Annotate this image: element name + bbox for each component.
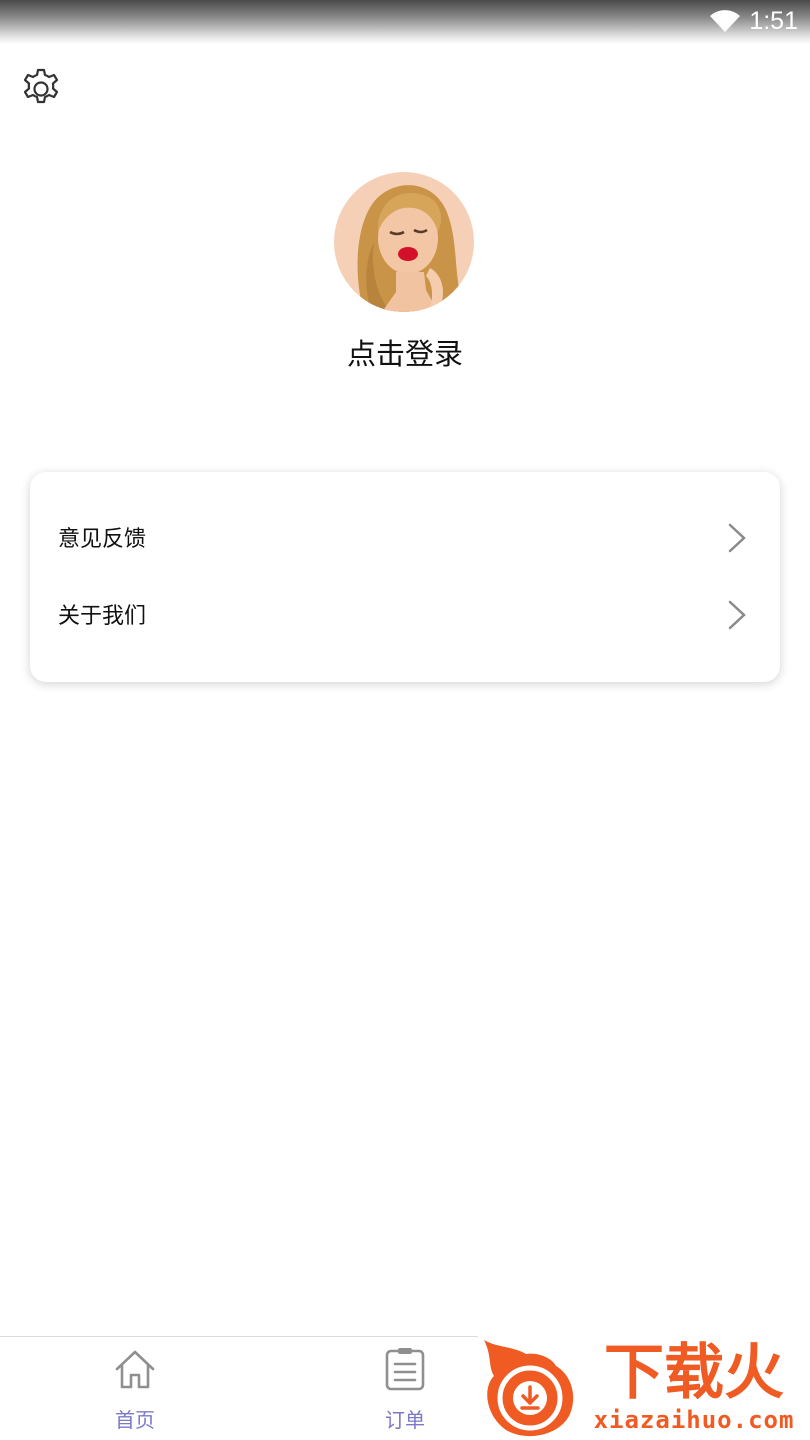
watermark-url: xiazaihuo.com: [593, 1406, 795, 1434]
watermark-brand: 下载火: [604, 1338, 784, 1408]
avatar-image: [334, 172, 474, 312]
screen: 1:51 点击登录 意见反馈 关于我们 首页 订单 下载火 xiazaihuo.…: [0, 0, 810, 1440]
menu-item-label: 意见反馈: [58, 527, 147, 552]
menu-item-label: 关于我们: [58, 604, 147, 629]
flame-download-icon: [484, 1340, 574, 1437]
chevron-right-icon: [728, 523, 746, 553]
home-icon: [115, 1350, 155, 1389]
menu-card: 意见反馈 关于我们: [30, 472, 780, 682]
menu-item-feedback[interactable]: 意见反馈: [30, 502, 780, 578]
chevron-right-icon: [728, 600, 746, 630]
tab-orders[interactable]: 订单: [335, 1337, 475, 1440]
status-time: 1:51: [749, 7, 798, 35]
gear-icon[interactable]: [18, 66, 64, 112]
watermark-logo: 下载火 xiazaihuo.com: [478, 1336, 810, 1440]
status-bar: 1:51: [0, 0, 810, 44]
clipboard-icon: [385, 1348, 425, 1391]
wifi-icon: [710, 10, 740, 32]
menu-item-about[interactable]: 关于我们: [30, 579, 780, 655]
login-link[interactable]: 点击登录: [0, 332, 810, 376]
tab-orders-label: 订单: [385, 1408, 425, 1432]
tab-home[interactable]: 首页: [65, 1337, 205, 1440]
avatar[interactable]: [334, 172, 474, 312]
tab-home-label: 首页: [115, 1408, 155, 1432]
